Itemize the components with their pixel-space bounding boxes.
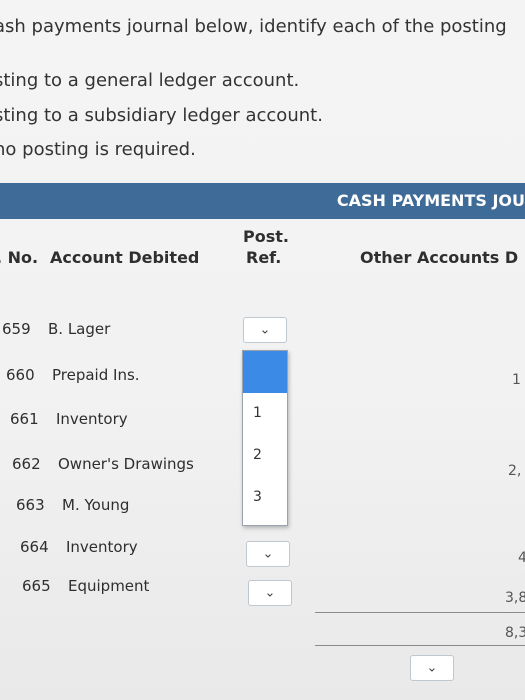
header-other-accounts: Other Accounts D [360, 248, 519, 267]
post-ref-dropdown-list[interactable]: 1 2 3 [242, 350, 288, 526]
check-number: 662 [12, 455, 41, 473]
chevron-down-icon: ⌄ [259, 322, 271, 338]
journal-row: 659 B. Lager [2, 320, 110, 338]
account-debited: Equipment [68, 577, 150, 595]
account-debited: Owner's Drawings [58, 455, 194, 473]
dropdown-option[interactable] [243, 351, 287, 393]
journal-row: 665 Equipment [22, 577, 149, 595]
post-ref-select[interactable]: ⌄ [243, 317, 287, 343]
dropdown-option[interactable]: 1 [243, 393, 287, 435]
other-amount: 4 [518, 550, 525, 566]
check-number: 663 [16, 496, 45, 514]
journal-row: 663 M. Young [16, 496, 129, 514]
check-number: 664 [20, 538, 49, 556]
account-debited: Prepaid Ins. [52, 366, 140, 384]
account-debited: Inventory [56, 410, 128, 428]
other-amount: 3,8 [505, 590, 525, 606]
header-account-debited: Account Debited [50, 248, 200, 267]
chevron-down-icon: ⌄ [262, 546, 274, 562]
check-number: 661 [10, 410, 39, 428]
check-number: 660 [6, 366, 35, 384]
journal-row: 661 Inventory [10, 410, 128, 428]
check-number: 665 [22, 577, 51, 595]
account-debited: M. Young [62, 496, 130, 514]
journal-row: 664 Inventory [20, 538, 138, 556]
instruction-option-general: sting to a general ledger account. [0, 70, 300, 91]
journal-row: 660 Prepaid Ins. [6, 366, 140, 384]
header-ck-no: . No. [0, 248, 39, 267]
total-underline [315, 645, 525, 646]
account-debited: B. Lager [48, 320, 111, 338]
post-ref-select[interactable]: ⌄ [248, 580, 292, 606]
post-ref-select[interactable]: ⌄ [246, 541, 290, 567]
other-amount: 2, [508, 463, 522, 479]
other-amount: 8,3 [505, 625, 525, 641]
journal-title-banner: CASH PAYMENTS JOU [0, 183, 525, 219]
header-post: Post. [243, 227, 289, 246]
journal-row: 662 Owner's Drawings [12, 455, 194, 473]
post-ref-select[interactable]: ⌄ [410, 655, 454, 681]
header-ref: Ref. [246, 248, 282, 267]
other-amount: 1 [512, 372, 521, 388]
total-underline [315, 612, 525, 613]
instruction-text: ash payments journal below, identify eac… [0, 16, 507, 37]
dropdown-option[interactable]: 3 [243, 477, 287, 519]
chevron-down-icon: ⌄ [264, 585, 276, 601]
journal-title: CASH PAYMENTS JOU [336, 191, 525, 210]
journal-page: ash payments journal below, identify eac… [0, 0, 525, 700]
instruction-option-none: no posting is required. [0, 139, 196, 160]
dropdown-option[interactable]: 2 [243, 435, 287, 477]
check-number: 659 [2, 320, 31, 338]
account-debited: Inventory [66, 538, 138, 556]
chevron-down-icon: ⌄ [426, 660, 438, 676]
instruction-option-subsidiary: sting to a subsidiary ledger account. [0, 105, 323, 126]
